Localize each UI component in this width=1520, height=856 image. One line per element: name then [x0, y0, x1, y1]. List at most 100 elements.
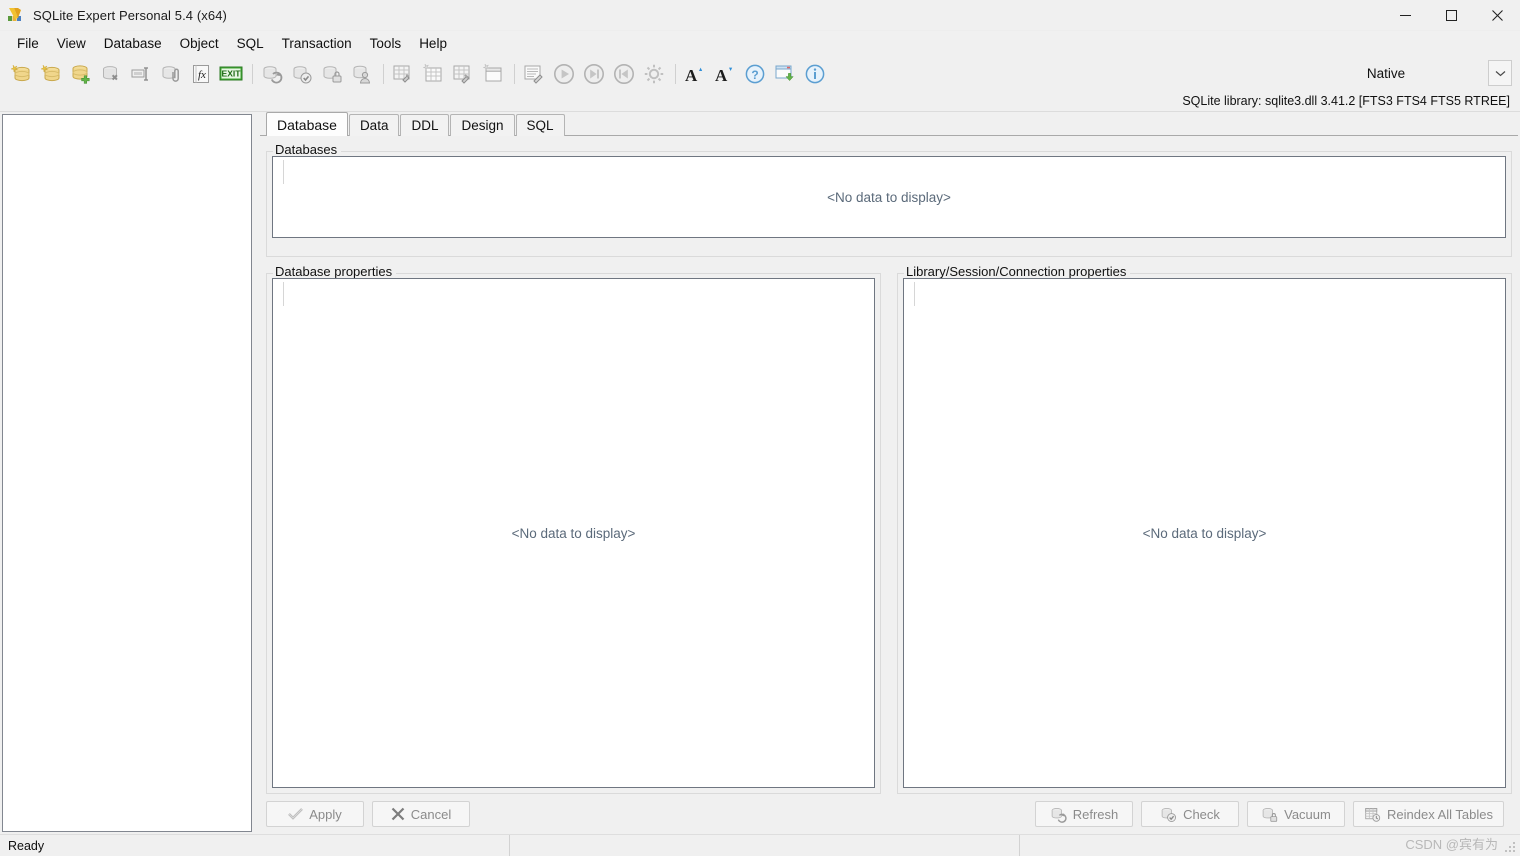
- maximize-button[interactable]: [1428, 0, 1474, 31]
- execute-button: [550, 60, 578, 88]
- function-button[interactable]: fx: [187, 60, 215, 88]
- tab-data[interactable]: Data: [348, 114, 400, 136]
- menu-help[interactable]: Help: [410, 32, 456, 56]
- vacuum-button[interactable]: Vacuum: [1247, 801, 1345, 827]
- title-bar: SQLite Expert Personal 5.4 (x64): [0, 0, 1520, 31]
- svg-text:A: A: [715, 66, 728, 85]
- database-properties-empty-text: <No data to display>: [511, 525, 636, 541]
- attach-database-button: [157, 60, 185, 88]
- toolbar-separator-3: [514, 64, 515, 84]
- check-button-label: Check: [1183, 806, 1220, 822]
- svg-text:EXIT: EXIT: [222, 69, 242, 79]
- grid-column-divider: [914, 282, 915, 306]
- new-database-button[interactable]: [7, 60, 35, 88]
- edit-sql-button: [520, 60, 548, 88]
- tab-sql[interactable]: SQL: [515, 114, 565, 136]
- reindex-all-tables-button[interactable]: Reindex All Tables: [1353, 801, 1504, 827]
- design-table-button: [449, 60, 477, 88]
- menu-bar: File View Database Object SQL Transactio…: [0, 31, 1520, 57]
- menu-transaction[interactable]: Transaction: [273, 32, 361, 56]
- download-window-button[interactable]: [771, 60, 799, 88]
- refresh-button-label: Refresh: [1072, 806, 1119, 822]
- tab-strip: Database Data DDL Design SQL: [260, 112, 1518, 136]
- library-mode-value: Native: [1366, 65, 1406, 81]
- menu-sql[interactable]: SQL: [228, 32, 273, 56]
- grid-column-divider: [283, 160, 284, 184]
- help-button[interactable]: ?: [741, 60, 769, 88]
- status-cell-2: [510, 834, 1020, 856]
- groupbox-top-border: [267, 151, 1511, 152]
- svg-text:fx: fx: [198, 69, 206, 81]
- window-title: SQLite Expert Personal 5.4 (x64): [33, 7, 227, 23]
- right-content-panel: Database Data DDL Design SQL Databases <…: [252, 112, 1520, 834]
- svg-text:A: A: [685, 66, 698, 85]
- svg-text:?: ?: [751, 68, 758, 82]
- apply-button[interactable]: Apply: [266, 801, 364, 827]
- status-bar: Ready CSDN @宾有为: [0, 834, 1520, 856]
- about-button[interactable]: [801, 60, 829, 88]
- open-database-button[interactable]: [37, 60, 65, 88]
- remove-database-button: [97, 60, 125, 88]
- execute-next-button: [580, 60, 608, 88]
- check-database-button: [288, 60, 316, 88]
- add-database-button[interactable]: [67, 60, 95, 88]
- check-apply-icon: [288, 807, 304, 821]
- vacuum-button-label: Vacuum: [1284, 806, 1331, 822]
- status-message: Ready: [0, 834, 510, 856]
- export-exit-button[interactable]: EXIT: [217, 60, 245, 88]
- tab-design[interactable]: Design: [450, 114, 515, 136]
- new-table-button: [419, 60, 447, 88]
- database-tree-panel[interactable]: [2, 114, 252, 832]
- library-info-text: SQLite library: sqlite3.dll 3.41.2 [FTS3…: [1182, 94, 1510, 108]
- menu-object[interactable]: Object: [171, 32, 228, 56]
- reindex-all-tables-button-label: Reindex All Tables: [1387, 806, 1493, 822]
- library-info-bar: SQLite library: sqlite3.dll 3.41.2 [FTS3…: [0, 91, 1520, 112]
- database-check-icon: [1160, 806, 1177, 823]
- decrease-font-button[interactable]: A: [711, 60, 739, 88]
- x-cancel-icon: [391, 807, 405, 821]
- library-properties-empty-text: <No data to display>: [1142, 525, 1267, 541]
- new-view-button: [479, 60, 507, 88]
- main-body: Database Data DDL Design SQL Databases <…: [0, 112, 1520, 834]
- properties-row: Database properties <No data to display>…: [266, 264, 1512, 794]
- refresh-button[interactable]: Refresh: [1035, 801, 1133, 827]
- toolbar-separator-2: [383, 64, 384, 84]
- minimize-button[interactable]: [1382, 0, 1428, 31]
- library-properties-groupbox: Library/Session/Connection properties <N…: [897, 264, 1512, 794]
- menu-view[interactable]: View: [48, 32, 95, 56]
- cancel-button[interactable]: Cancel: [372, 801, 470, 827]
- options-button: [640, 60, 668, 88]
- database-vacuum-icon: [1261, 806, 1278, 823]
- tab-ddl[interactable]: DDL: [400, 114, 450, 136]
- database-properties-grid[interactable]: <No data to display>: [272, 278, 875, 788]
- refresh-database-button: [258, 60, 286, 88]
- database-refresh-icon: [1050, 806, 1067, 823]
- menu-database[interactable]: Database: [95, 32, 171, 56]
- menu-tools[interactable]: Tools: [361, 32, 411, 56]
- vacuum-database-button: [318, 60, 346, 88]
- increase-font-button[interactable]: A: [681, 60, 709, 88]
- check-button[interactable]: Check: [1141, 801, 1239, 827]
- csdn-watermark: CSDN @宾有为: [1405, 837, 1498, 852]
- execute-previous-button: [610, 60, 638, 88]
- rename-database-button: [127, 60, 155, 88]
- chevron-down-icon[interactable]: [1488, 60, 1512, 86]
- window-controls: [1382, 0, 1520, 31]
- menu-file[interactable]: File: [8, 32, 48, 56]
- close-button[interactable]: [1474, 0, 1520, 31]
- cancel-button-label: Cancel: [410, 806, 452, 822]
- action-button-bar: Apply Cancel Refresh Check Vacuum Reinde…: [260, 794, 1518, 834]
- library-properties-grid[interactable]: <No data to display>: [903, 278, 1506, 788]
- databases-grid[interactable]: <No data to display>: [272, 156, 1506, 238]
- toolbar-separator-4: [675, 64, 676, 84]
- toolbar-separator-1: [252, 64, 253, 84]
- tab-database[interactable]: Database: [266, 112, 348, 136]
- toolbar: fx EXIT A A ? Native: [0, 57, 1520, 91]
- database-tab-content: Databases <No data to display> Database …: [260, 136, 1518, 794]
- resize-grip[interactable]: [1505, 842, 1517, 854]
- application-window: SQLite Expert Personal 5.4 (x64) File Vi…: [0, 0, 1520, 856]
- library-mode-selector[interactable]: Native: [1284, 60, 1512, 86]
- apply-button-label: Apply: [309, 806, 342, 822]
- databases-groupbox: Databases <No data to display>: [266, 142, 1512, 257]
- grid-column-divider: [283, 282, 284, 306]
